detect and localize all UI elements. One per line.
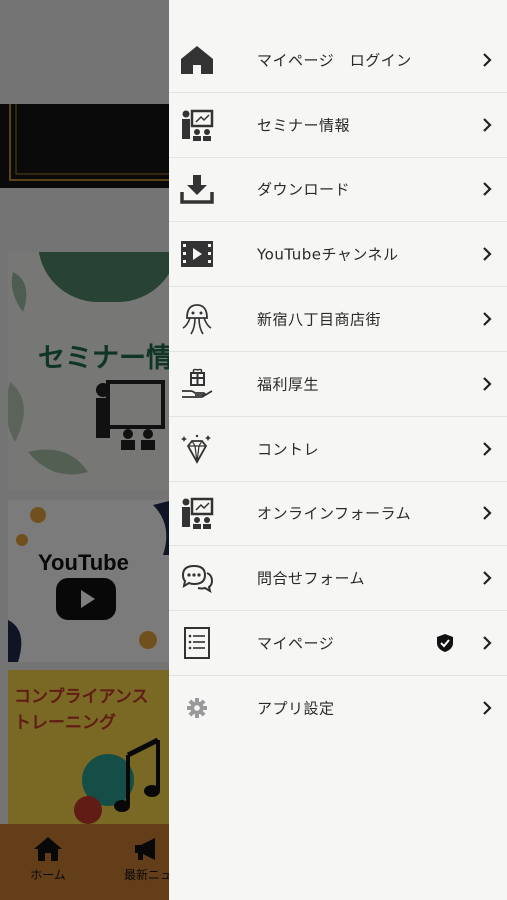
gift-hand-icon [179,366,215,402]
menu-item-welfare[interactable]: 福利厚生 [169,352,507,417]
menu-item-label: コントレ [257,440,320,459]
menu-item-kontore[interactable]: コントレ [169,417,507,482]
document-list-icon [179,625,215,661]
download-icon [179,171,215,207]
chevron-right-icon [483,312,492,326]
menu-item-label: YouTubeチャンネル [257,245,399,264]
chevron-right-icon [483,247,492,262]
chevron-right-icon [483,377,492,391]
menu-item-label: マイページ [257,634,335,653]
film-play-icon [179,236,215,272]
jellyfish-icon [179,301,215,337]
menu-item-download[interactable]: ダウンロード [169,158,507,223]
menu-item-online-forum[interactable]: オンラインフォーラム [169,482,507,547]
menu-item-label: ダウンロード [257,180,351,199]
chevron-right-icon [483,182,492,197]
menu-item-label: オンラインフォーラム [257,504,412,523]
drawer-menu: マイページ ログイン セミナー情報 ダウンロード YouTubeチャンネル 新宿… [169,0,507,741]
menu-item-label: 問合せフォーム [257,569,366,588]
menu-item-mypage-login[interactable]: マイページ ログイン [169,28,507,93]
menu-item-label: 福利厚生 [257,375,320,394]
menu-item-mypage[interactable]: マイページ [169,611,507,676]
gear-icon [179,690,215,726]
presenter-icon [179,495,215,531]
chevron-right-icon [483,53,492,67]
menu-item-label: 新宿八丁目商店街 [257,310,382,329]
side-drawer: マイページ ログイン セミナー情報 ダウンロード YouTubeチャンネル 新宿… [169,0,507,900]
menu-item-youtube[interactable]: YouTubeチャンネル [169,222,507,288]
chevron-right-icon [483,636,492,650]
dim-overlay[interactable] [0,0,169,900]
presenter-icon [179,107,215,143]
chevron-right-icon [483,571,492,586]
home-icon [179,42,215,78]
chat-bubbles-icon [179,560,215,596]
diamond-icon [179,431,215,467]
chevron-right-icon [483,117,492,132]
chevron-right-icon [483,441,492,456]
menu-item-shotengai[interactable]: 新宿八丁目商店街 [169,287,507,352]
menu-item-label: アプリ設定 [257,699,335,718]
chevron-right-icon [483,701,492,716]
menu-item-contact-form[interactable]: 問合せフォーム [169,546,507,612]
chevron-right-icon [483,506,492,521]
shield-check-icon [437,634,453,653]
menu-item-label: セミナー情報 [257,116,351,135]
menu-item-app-settings[interactable]: アプリ設定 [169,676,507,741]
menu-item-seminar[interactable]: セミナー情報 [169,93,507,158]
menu-item-label: マイページ ログイン [257,51,412,70]
